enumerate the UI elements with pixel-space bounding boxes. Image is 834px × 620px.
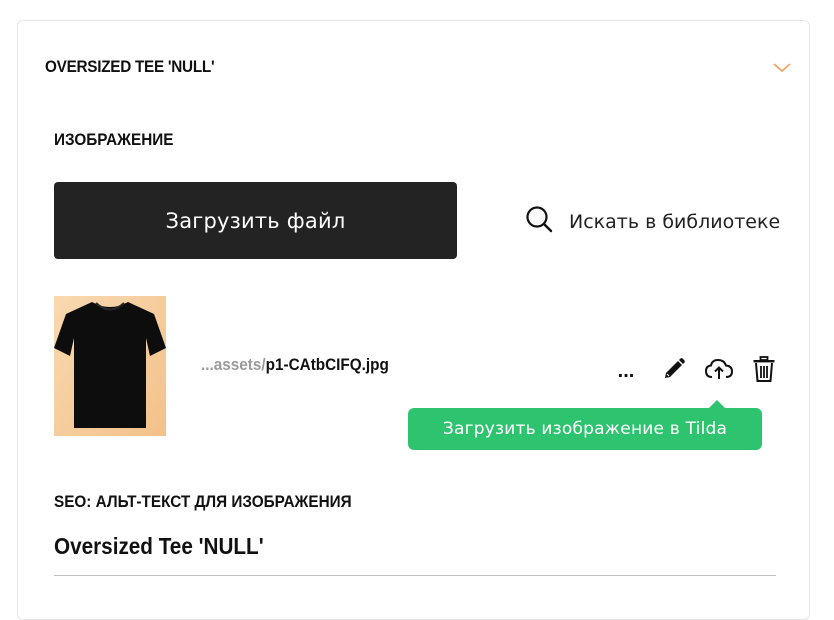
image-section-label: ИЗОБРАЖЕНИЕ	[54, 130, 174, 149]
search-library-label: Искать в библиотеке	[569, 210, 781, 233]
file-actions: ...	[614, 351, 793, 387]
search-icon	[525, 205, 553, 238]
alt-text-input[interactable]	[54, 529, 776, 576]
pencil-icon	[665, 358, 685, 378]
file-name: ...assets/p1-CAtbCIFQ.jpg	[201, 355, 389, 375]
file-name-text: p1-CAtbCIFQ.jpg	[265, 355, 389, 374]
cloud-upload-icon	[704, 358, 734, 379]
upload-tooltip: Загрузить изображение в Tilda	[408, 400, 762, 450]
product-title[interactable]: OVERSIZED TEE 'NULL'	[45, 57, 215, 77]
delete-button[interactable]	[748, 353, 780, 385]
seo-alt-text-label: SEO: АЛЬТ-ТЕКСТ ДЛЯ ИЗОБРАЖЕНИЯ	[54, 492, 352, 511]
more-button[interactable]: ...	[614, 351, 638, 387]
chevron-down-icon[interactable]	[772, 60, 792, 74]
search-library-button[interactable]: Искать в библиотеке	[525, 205, 780, 238]
edit-button[interactable]	[658, 353, 690, 385]
product-card: OVERSIZED TEE 'NULL' ИЗОБРАЖЕНИЕ Загрузи…	[17, 20, 810, 620]
image-thumbnail[interactable]	[54, 296, 166, 436]
black-tshirt-image	[54, 296, 166, 436]
upload-file-button[interactable]: Загрузить файл	[54, 182, 457, 259]
file-path-prefix: ...assets/	[201, 355, 266, 374]
upload-to-tilda-button[interactable]	[703, 353, 735, 385]
trash-icon	[753, 356, 775, 382]
